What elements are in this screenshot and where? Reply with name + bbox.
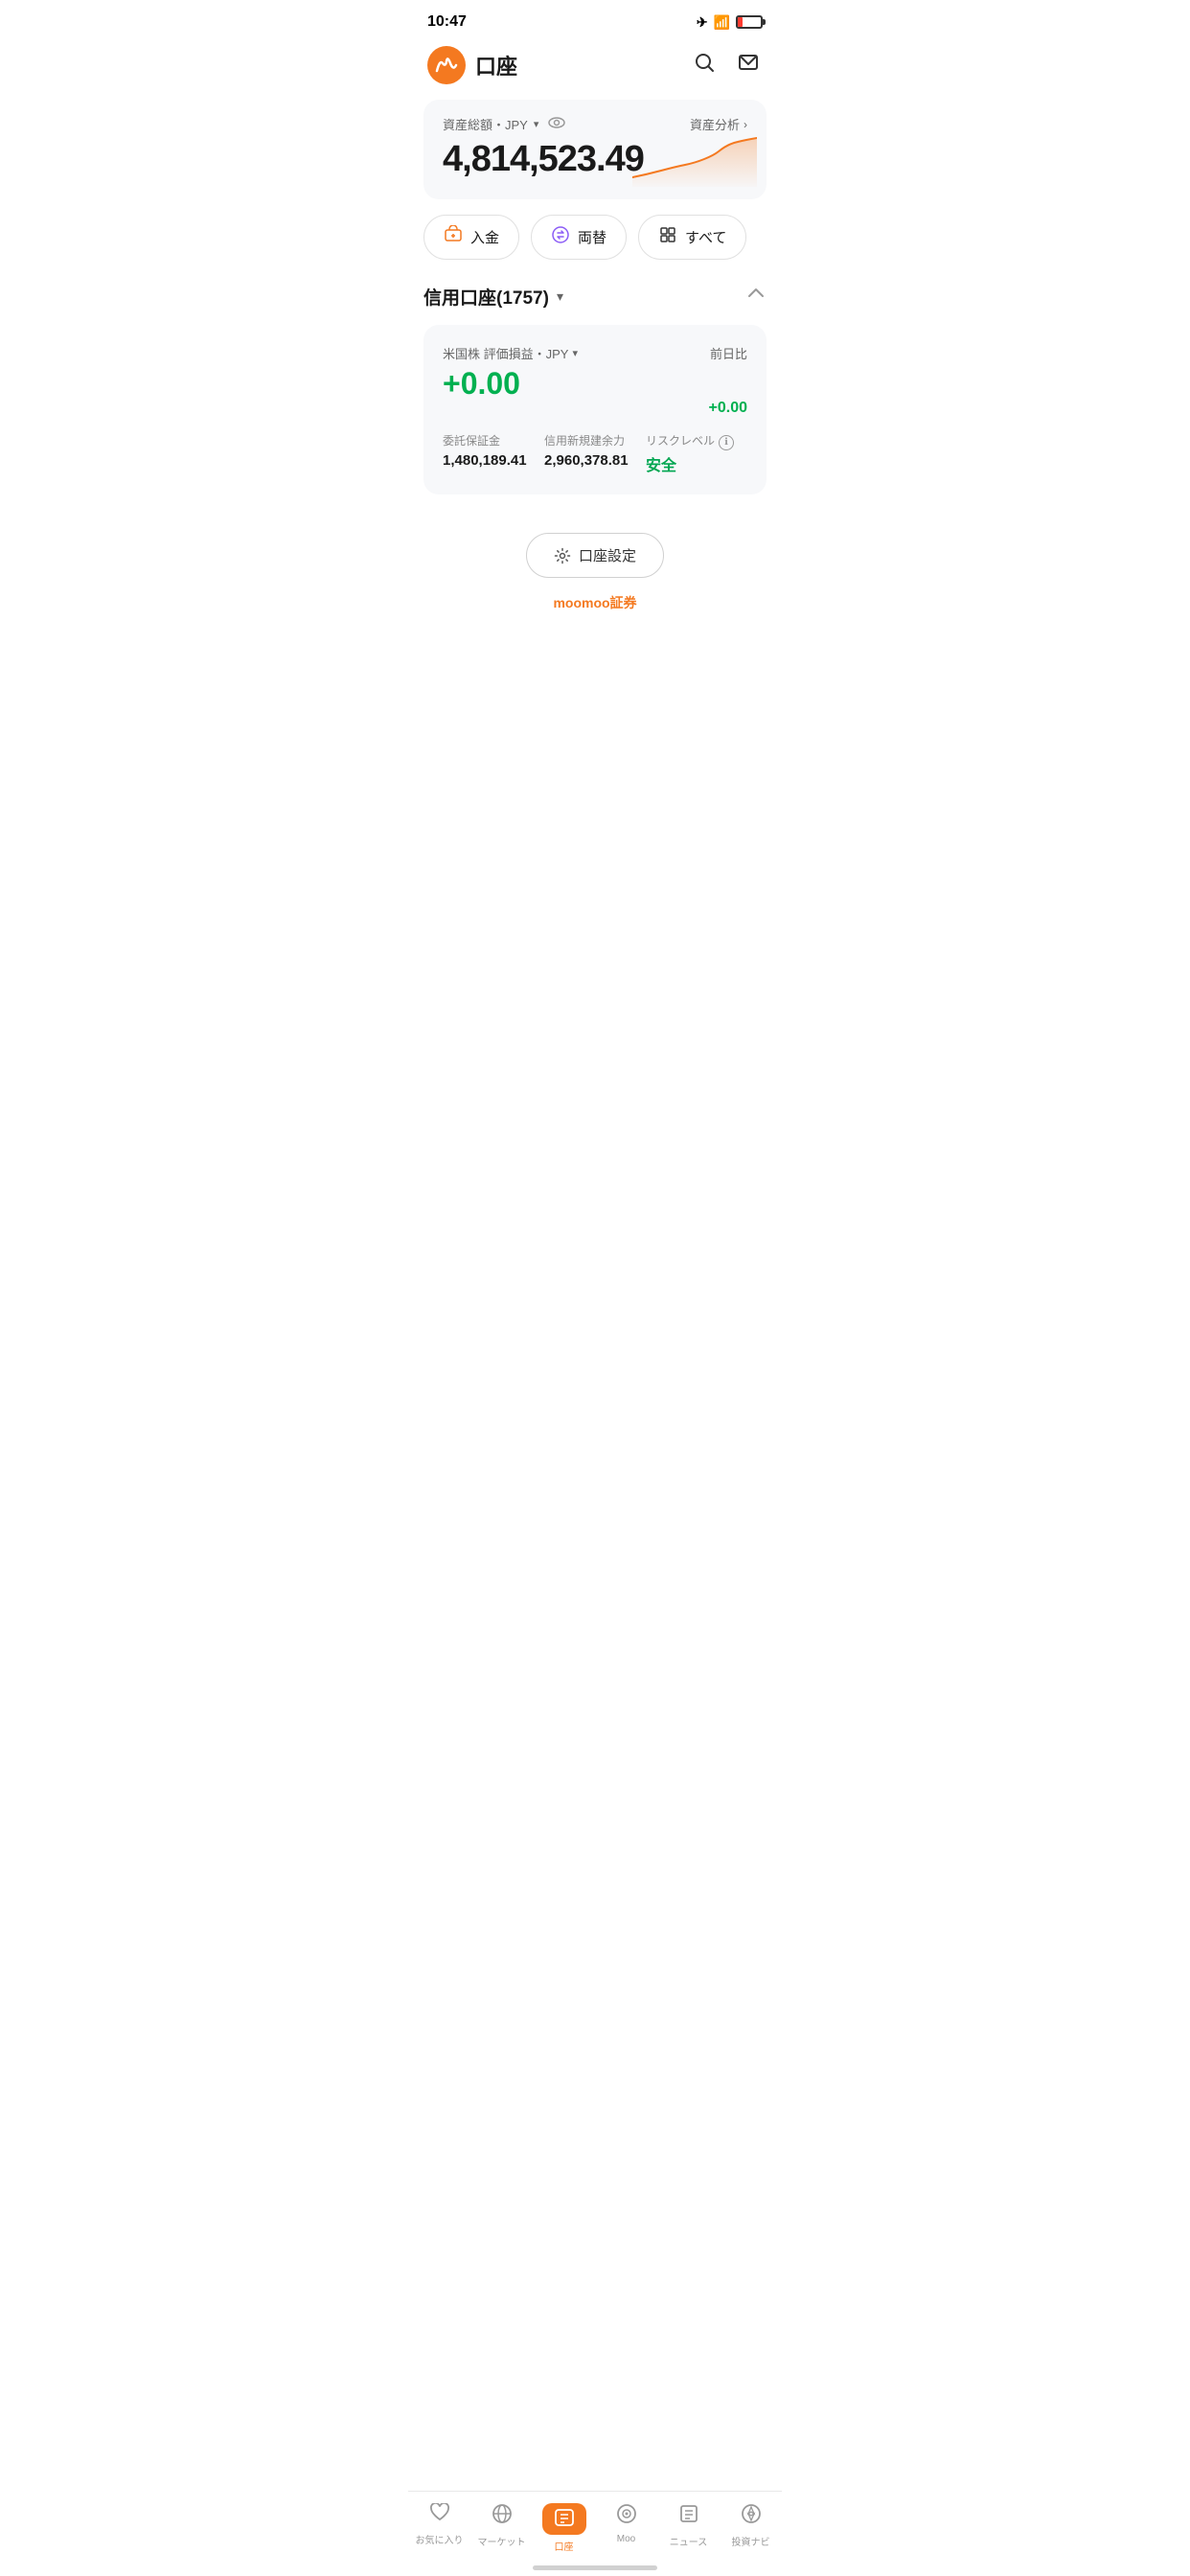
nav-navi-label: 投資ナビ [732,2534,770,2548]
status-bar: 10:47 ✈ 📶 [408,0,782,38]
nav-navi[interactable]: 投資ナビ [720,2499,782,2557]
nav-favorites-label: お気に入り [416,2532,464,2546]
account-card: 米国株 評価損益・JPY ▾ 前日比 +0.00 +0.00 委託保証金 1,4… [423,325,767,494]
account-icon [554,2507,575,2528]
asset-label: 資産総額・JPY [443,115,528,133]
nav-favorites[interactable]: お気に入り [408,2499,470,2557]
eye-icon[interactable] [548,116,565,133]
moo-icon [616,2503,637,2530]
header-left: 口座 [427,46,517,84]
nav-account[interactable]: 口座 [533,2499,595,2557]
all-button[interactable]: すべて [638,215,746,260]
section-title-row[interactable]: 信用口座(1757) ▾ [423,284,563,310]
nav-market-label: マーケット [478,2534,526,2548]
detail-risk-value: 安全 [646,452,747,475]
section-chevron-down-icon: ▾ [557,288,563,305]
account-sub-label: 米国株 評価損益・JPY ▾ [443,344,578,362]
search-button[interactable] [690,48,719,82]
deposit-button[interactable]: 入金 [423,215,519,260]
nav-moo[interactable]: Moo [595,2499,657,2557]
nav-news-label: ニュース [670,2534,708,2548]
settings-btn-label: 口座設定 [579,545,636,565]
all-label: すべて [685,227,726,247]
all-icon [658,225,677,249]
account-row1: 米国株 評価損益・JPY ▾ 前日比 [443,344,747,362]
detail-margin-label: 委託保証金 [443,432,544,448]
detail-margin-value: 1,480,189.41 [443,452,544,469]
message-button[interactable] [734,48,763,82]
header: 口座 [408,38,782,100]
logo-icon [427,46,466,84]
home-indicator [533,2565,657,2570]
date-label: 前日比 [710,344,747,362]
account-pnl-right: +0.00 [709,400,747,417]
account-details: 委託保証金 1,480,189.41 信用新規建余力 2,960,378.81 … [443,432,747,475]
wifi-icon: 📶 [714,14,730,31]
stock-label: 米国株 評価損益・JPY [443,344,568,362]
exchange-label: 両替 [578,227,606,247]
brand-text: moomoo証券 [408,593,782,628]
asset-card: 資産総額・JPY ▾ 資産分析 › 4,814,523.49 [423,100,767,199]
section-collapse-button[interactable] [745,283,767,310]
currency-chevron-icon[interactable]: ▾ [572,347,578,359]
detail-risk: リスクレベル ℹ 安全 [646,432,747,475]
status-icons: ✈ 📶 [697,14,763,31]
exchange-button[interactable]: 両替 [531,215,627,260]
heart-icon [429,2503,450,2528]
news-icon [678,2503,699,2530]
detail-credit: 信用新規建余力 2,960,378.81 [544,432,646,475]
asset-chart [632,125,757,187]
nav-account-label: 口座 [555,2539,574,2553]
account-pnl-row: +0.00 +0.00 [443,366,747,417]
detail-risk-label: リスクレベル [646,432,715,448]
section-header: 信用口座(1757) ▾ [408,283,782,325]
detail-margin: 委託保証金 1,480,189.41 [443,432,544,475]
battery-icon [736,15,763,29]
market-icon [492,2503,513,2530]
nav-news[interactable]: ニュース [657,2499,720,2557]
chevron-down-icon[interactable]: ▾ [534,118,539,130]
section-title: 信用口座(1757) [423,284,549,310]
nav-account-active-bg [542,2503,586,2535]
navi-icon [741,2503,762,2530]
nav-market[interactable]: マーケット [470,2499,533,2557]
airplane-icon: ✈ [697,14,708,31]
nav-moo-label: Moo [617,2534,635,2544]
detail-credit-value: 2,960,378.81 [544,452,646,469]
info-icon[interactable]: ℹ [719,435,734,450]
action-buttons: 入金 両替 すべて [423,215,767,260]
exchange-icon [551,225,570,249]
risk-label-row: リスクレベル ℹ [646,432,747,452]
gear-icon [554,547,571,564]
status-time: 10:47 [427,13,467,31]
page-title: 口座 [475,50,517,80]
settings-btn-container: 口座設定 [408,510,782,593]
account-settings-button[interactable]: 口座設定 [526,533,664,578]
deposit-icon [444,225,463,249]
asset-label-row: 資産総額・JPY ▾ [443,115,565,133]
asset-amount-container: 4,814,523.49 [443,139,747,180]
deposit-label: 入金 [470,227,499,247]
account-pnl: +0.00 [443,366,520,402]
detail-credit-label: 信用新規建余力 [544,432,646,448]
bottom-nav: お気に入り マーケット 口座 [408,2491,782,2576]
header-icons [690,48,763,82]
